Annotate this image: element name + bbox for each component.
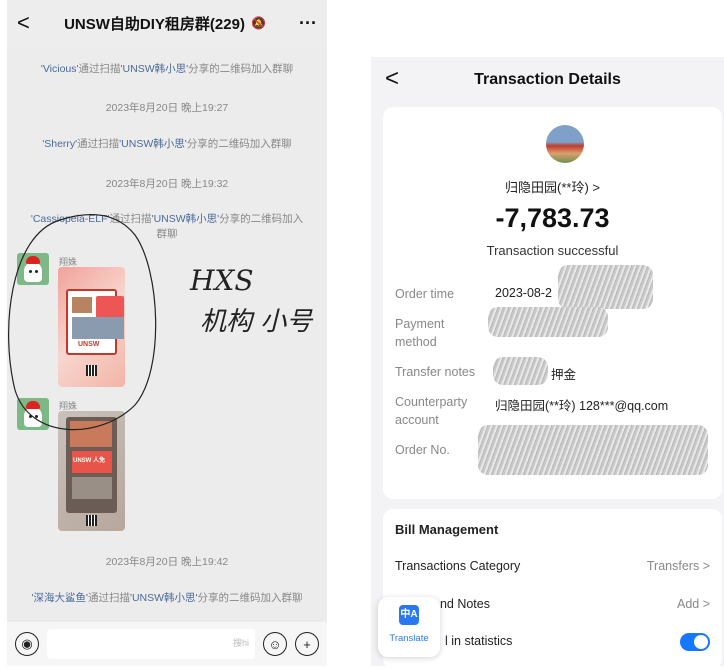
transfer-notes-label: Transfer notes <box>395 365 476 379</box>
transaction-card: 归隐田园(**玲) > -7,783.73 Transaction succes… <box>383 107 722 499</box>
payee-name[interactable]: 归隐田园(**玲) > <box>383 177 722 196</box>
transaction-details-screen: < Transaction Details 归隐田园(**玲) > -7,783… <box>371 57 724 669</box>
page-title: Transaction Details <box>474 71 621 88</box>
add-notes-button[interactable]: Add > <box>677 597 710 611</box>
statistics-label: l in statistics <box>445 634 513 648</box>
amount: -7,783.73 <box>495 203 610 233</box>
circle-mark <box>8 214 157 431</box>
order-no-label: Order No. <box>395 443 450 457</box>
redaction-scribble <box>488 307 608 337</box>
handwritten-label-2: 机构 小号 <box>200 307 314 337</box>
translate-icon: 中A <box>399 605 419 625</box>
statistics-toggle[interactable] <box>680 633 710 651</box>
category-value[interactable]: Transfers > <box>647 559 710 573</box>
notes-label: and Notes <box>433 597 490 611</box>
transaction-header: < Transaction Details <box>371 57 724 103</box>
status-text: Transaction successful <box>486 243 619 258</box>
category-label: Transactions Category <box>395 559 521 573</box>
back-button[interactable]: < <box>385 65 399 93</box>
counterparty-value: 归隐田园(**玲) 128***@qq.com <box>495 399 669 413</box>
translate-label: Translate <box>389 633 429 644</box>
translate-button[interactable]: 中A Translate <box>378 597 440 657</box>
transfer-notes-value: 押金 <box>551 368 577 382</box>
order-time-label: Order time <box>395 287 455 301</box>
payee-avatar <box>546 125 584 163</box>
redaction-scribble <box>558 265 653 309</box>
redaction-scribble <box>493 357 548 385</box>
handwriting-annotation: HXS 机构 小号 <box>8 214 314 431</box>
payment-method-label: Payment method <box>395 317 445 349</box>
order-time-value: 2023-08-2 <box>495 286 552 300</box>
counterparty-label: Counterparty account <box>395 395 468 427</box>
redaction-scribble <box>478 425 708 475</box>
bill-management-title: Bill Management <box>395 522 499 537</box>
handwritten-label-1: HXS <box>189 264 254 297</box>
